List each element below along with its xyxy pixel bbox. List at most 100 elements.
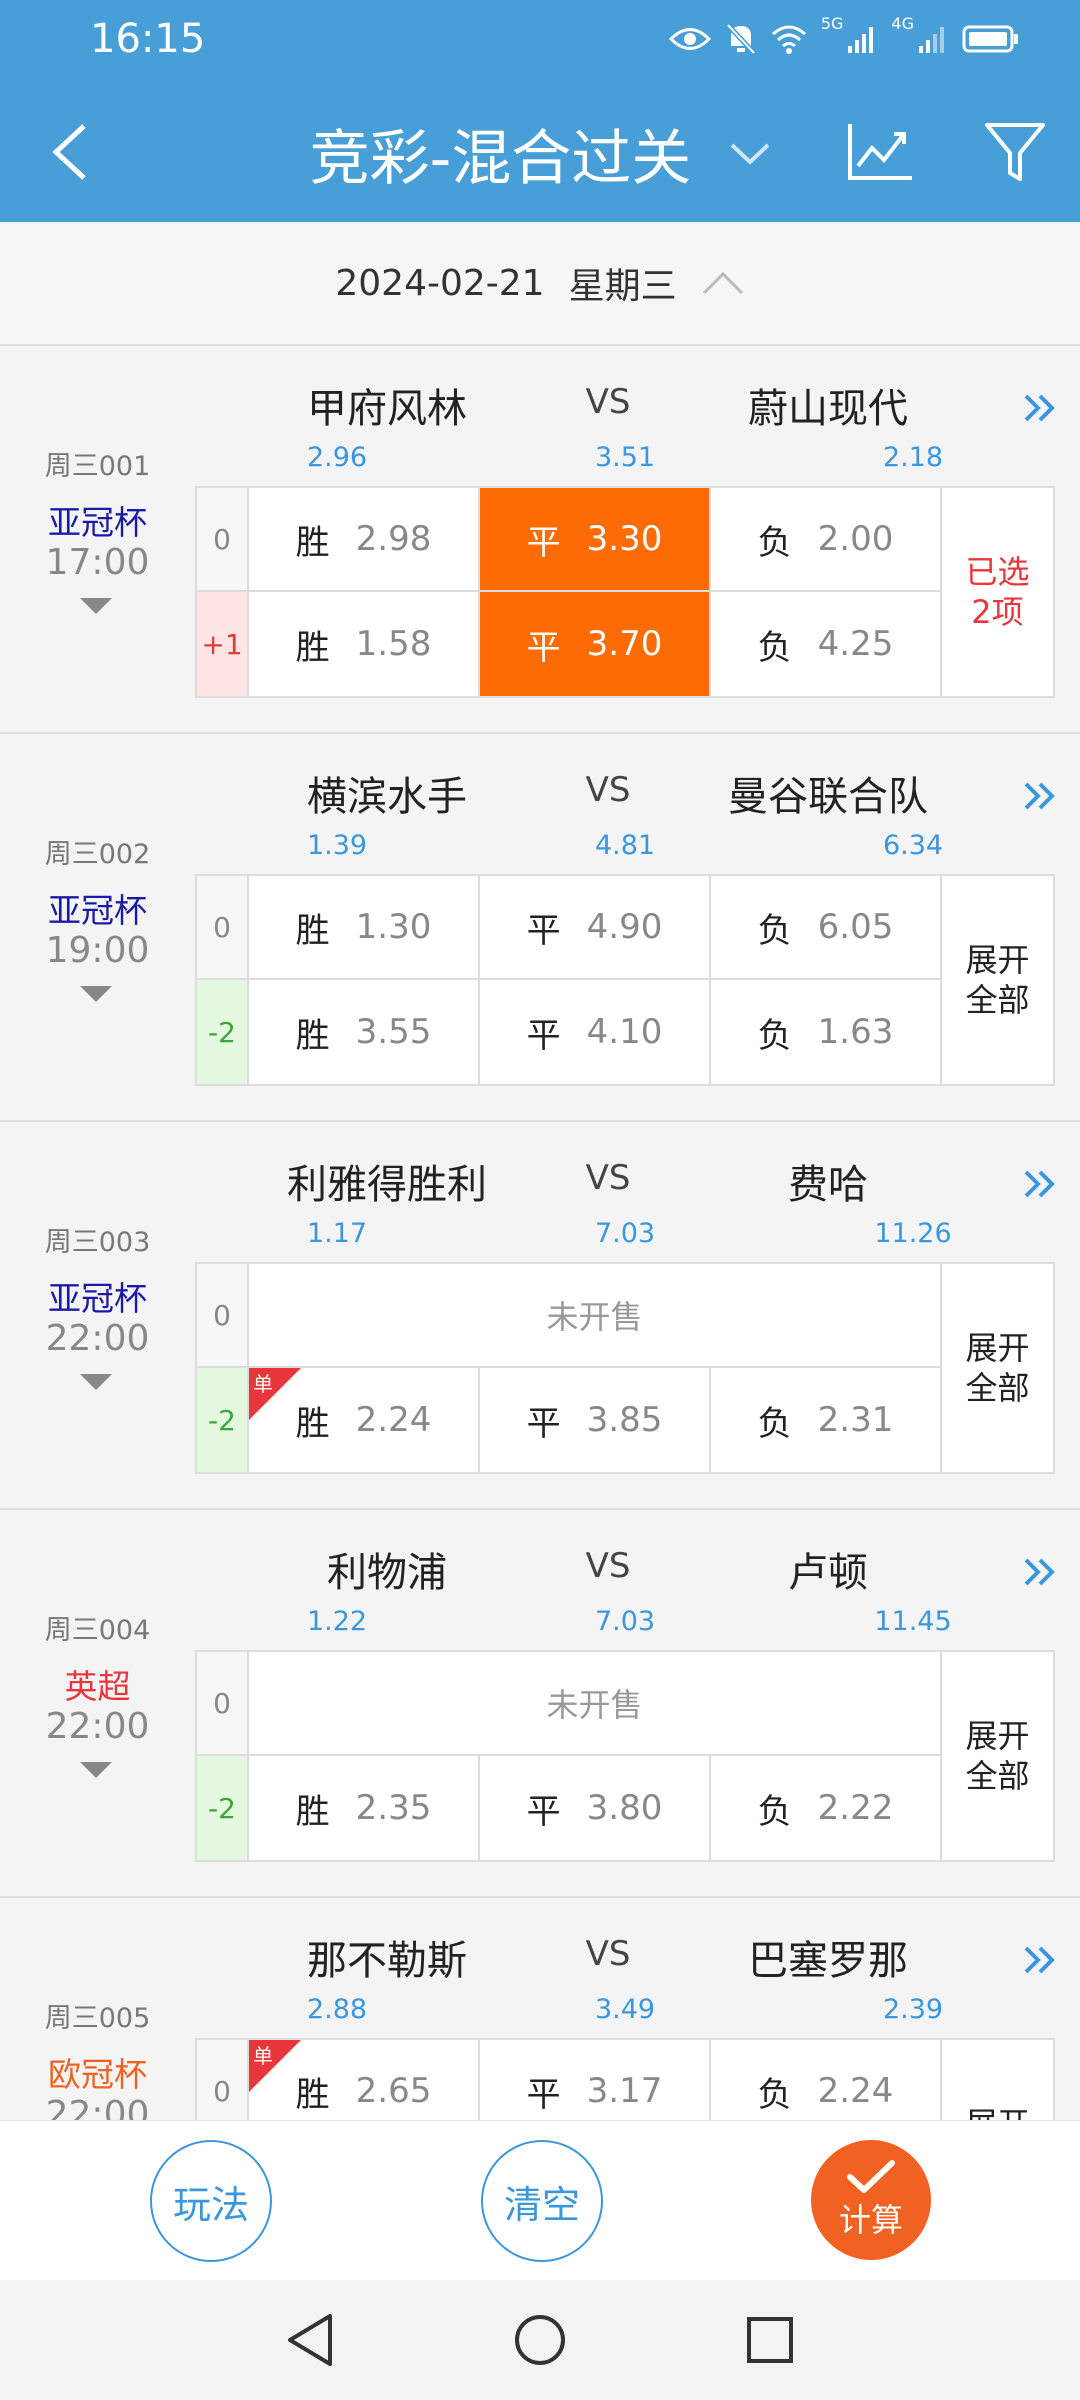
date-header[interactable]: 2024-02-21 星期三 bbox=[0, 222, 1080, 346]
expand-triangle-icon[interactable] bbox=[80, 1374, 112, 1390]
reference-odds-home: 1.39 bbox=[306, 830, 368, 861]
home-team[interactable]: 那不勒斯 bbox=[237, 1928, 537, 1986]
outcome-label: 负 bbox=[757, 522, 792, 563]
match-number: 周三001 bbox=[44, 451, 151, 482]
action-line-1: 展开 bbox=[965, 1329, 1030, 1367]
home-team[interactable]: 横滨水手 bbox=[237, 764, 537, 822]
reference-odds-draw: 3.49 bbox=[594, 1994, 656, 2025]
filter-button[interactable] bbox=[975, 112, 1055, 192]
away-team[interactable]: 蔚山现代 bbox=[678, 376, 978, 434]
play-method-button[interactable]: 玩法 bbox=[150, 2140, 272, 2262]
odds-cell-win[interactable]: 胜 1.30 bbox=[249, 876, 480, 980]
reference-odds-home: 2.88 bbox=[306, 1994, 368, 2025]
odds-value: 3.30 bbox=[586, 519, 663, 559]
odds-cell-loss[interactable]: 负 2.22 bbox=[711, 1756, 942, 1860]
network-4g-label: 4G bbox=[891, 14, 914, 33]
vs-label: VS bbox=[585, 1934, 631, 1974]
odds-cell-win[interactable]: 胜 2.35 bbox=[249, 1756, 480, 1860]
league-name: 英超 bbox=[64, 1667, 131, 1706]
expand-all-button[interactable]: 展开全部 bbox=[942, 1652, 1053, 1860]
away-team[interactable]: 卢顿 bbox=[678, 1540, 978, 1598]
outcome-label: 负 bbox=[757, 1015, 792, 1056]
match-number: 周三005 bbox=[44, 2003, 151, 2034]
odds-cell-loss[interactable]: 负 1.63 bbox=[711, 980, 942, 1084]
expand-all-button[interactable]: 展开全部 bbox=[942, 876, 1053, 1084]
odds-cell-win[interactable]: 胜 1.58 bbox=[249, 592, 480, 696]
odds-value: 4.10 bbox=[586, 1012, 663, 1052]
selected-count-button[interactable]: 已选 2项 bbox=[942, 488, 1053, 696]
chevron-up-icon bbox=[702, 271, 743, 295]
away-team[interactable]: 巴塞罗那 bbox=[678, 1928, 978, 1986]
system-home-button[interactable] bbox=[510, 2310, 570, 2370]
home-team[interactable]: 甲府风林 bbox=[237, 376, 537, 434]
odds-cell-loss[interactable]: 负 4.25 bbox=[711, 592, 942, 696]
system-back-button[interactable] bbox=[280, 2310, 340, 2370]
odds-cell-win[interactable]: 胜 3.55 bbox=[249, 980, 480, 1084]
handicap-label: 0 bbox=[197, 876, 249, 980]
double-chevron-right-icon[interactable] bbox=[1020, 1940, 1060, 1980]
odds-value: 3.85 bbox=[586, 1400, 663, 1440]
clear-button[interactable]: 清空 bbox=[481, 2140, 603, 2262]
double-chevron-right-icon[interactable] bbox=[1020, 388, 1060, 428]
calculate-button[interactable]: 计算 bbox=[811, 2140, 931, 2260]
handicap-label: 0 bbox=[197, 1652, 249, 1756]
odds-cell-loss[interactable]: 负 6.05 bbox=[711, 876, 942, 980]
odds-cell-win[interactable]: 单 胜 2.24 bbox=[249, 1368, 480, 1472]
handicap-label: 0 bbox=[197, 1264, 249, 1368]
reference-odds-draw: 7.03 bbox=[594, 1606, 656, 1637]
page-title: 竞彩-混合过关 bbox=[309, 124, 692, 194]
outcome-label: 胜 bbox=[295, 1791, 330, 1832]
away-team[interactable]: 曼谷联合队 bbox=[678, 764, 978, 822]
system-recents-button[interactable] bbox=[740, 2310, 800, 2370]
circle-home-icon bbox=[515, 2315, 565, 2365]
match-info: 周三002 亚冠杯 19:00 bbox=[0, 734, 195, 1120]
outcome-label: 平 bbox=[526, 1015, 561, 1056]
kickoff-time: 19:00 bbox=[45, 930, 150, 971]
double-chevron-right-icon[interactable] bbox=[1020, 1552, 1060, 1592]
home-team[interactable]: 利雅得胜利 bbox=[237, 1152, 537, 1210]
reference-odds-away: 11.45 bbox=[874, 1606, 952, 1637]
expand-all-button[interactable]: 展开全部 bbox=[942, 1264, 1053, 1472]
outcome-label: 负 bbox=[757, 1791, 792, 1832]
away-team[interactable]: 费哈 bbox=[678, 1152, 978, 1210]
reference-odds-draw: 3.51 bbox=[594, 442, 656, 473]
odds-value: 2.31 bbox=[817, 1400, 894, 1440]
battery-icon bbox=[962, 25, 1018, 53]
odds-grid: 0 未开售 -2 单 胜 2.24 平 3.85 负 2.31 展开 全部 bbox=[195, 1262, 1055, 1474]
status-time: 16:15 bbox=[90, 16, 206, 62]
expand-triangle-icon[interactable] bbox=[80, 986, 112, 1002]
trend-chart-button[interactable] bbox=[840, 112, 920, 192]
vs-label: VS bbox=[585, 1158, 631, 1198]
action-line-2: 全部 bbox=[965, 1369, 1030, 1407]
match-number: 周三004 bbox=[44, 1615, 151, 1646]
reference-odds-away: 11.26 bbox=[874, 1218, 952, 1249]
odds-cell-draw[interactable]: 平 4.10 bbox=[480, 980, 711, 1084]
expand-triangle-icon[interactable] bbox=[80, 598, 112, 614]
double-chevron-right-icon[interactable] bbox=[1020, 1164, 1060, 1204]
odds-cell-draw[interactable]: 平 4.90 bbox=[480, 876, 711, 980]
network-5g-label: 5G bbox=[820, 14, 844, 33]
calculate-label: 计算 bbox=[838, 2201, 903, 2239]
league-name: 亚冠杯 bbox=[48, 891, 147, 930]
odds-value: 3.17 bbox=[586, 2071, 663, 2111]
odds-cell-win[interactable]: 胜 2.98 bbox=[249, 488, 480, 592]
odds-cell-draw[interactable]: 平 3.85 bbox=[480, 1368, 711, 1472]
outcome-label: 平 bbox=[526, 522, 561, 563]
odds-value: 2.24 bbox=[817, 2071, 894, 2111]
reference-odds-draw: 4.81 bbox=[594, 830, 656, 861]
double-chevron-right-icon[interactable] bbox=[1020, 776, 1060, 816]
odds-cell-draw[interactable]: 平 3.80 bbox=[480, 1756, 711, 1860]
kickoff-time: 22:00 bbox=[45, 1706, 150, 1747]
home-team[interactable]: 利物浦 bbox=[237, 1540, 537, 1598]
odds-cell-loss[interactable]: 负 2.31 bbox=[711, 1368, 942, 1472]
outcome-label: 负 bbox=[757, 627, 792, 668]
odds-value: 1.58 bbox=[355, 624, 432, 664]
odds-cell-loss[interactable]: 负 2.00 bbox=[711, 488, 942, 592]
odds-cell-draw[interactable]: 平 3.30 bbox=[480, 488, 711, 592]
chevron-down-icon bbox=[730, 143, 770, 165]
handicap-label: -2 bbox=[197, 980, 249, 1084]
odds-cell-draw[interactable]: 平 3.70 bbox=[480, 592, 711, 696]
expand-triangle-icon[interactable] bbox=[80, 1762, 112, 1778]
action-line-2: 2项 bbox=[971, 593, 1024, 631]
match-card: 横滨水手 VS 曼谷联合队 1.39 4.81 6.34 周三002 亚冠杯 1… bbox=[0, 734, 1080, 1122]
